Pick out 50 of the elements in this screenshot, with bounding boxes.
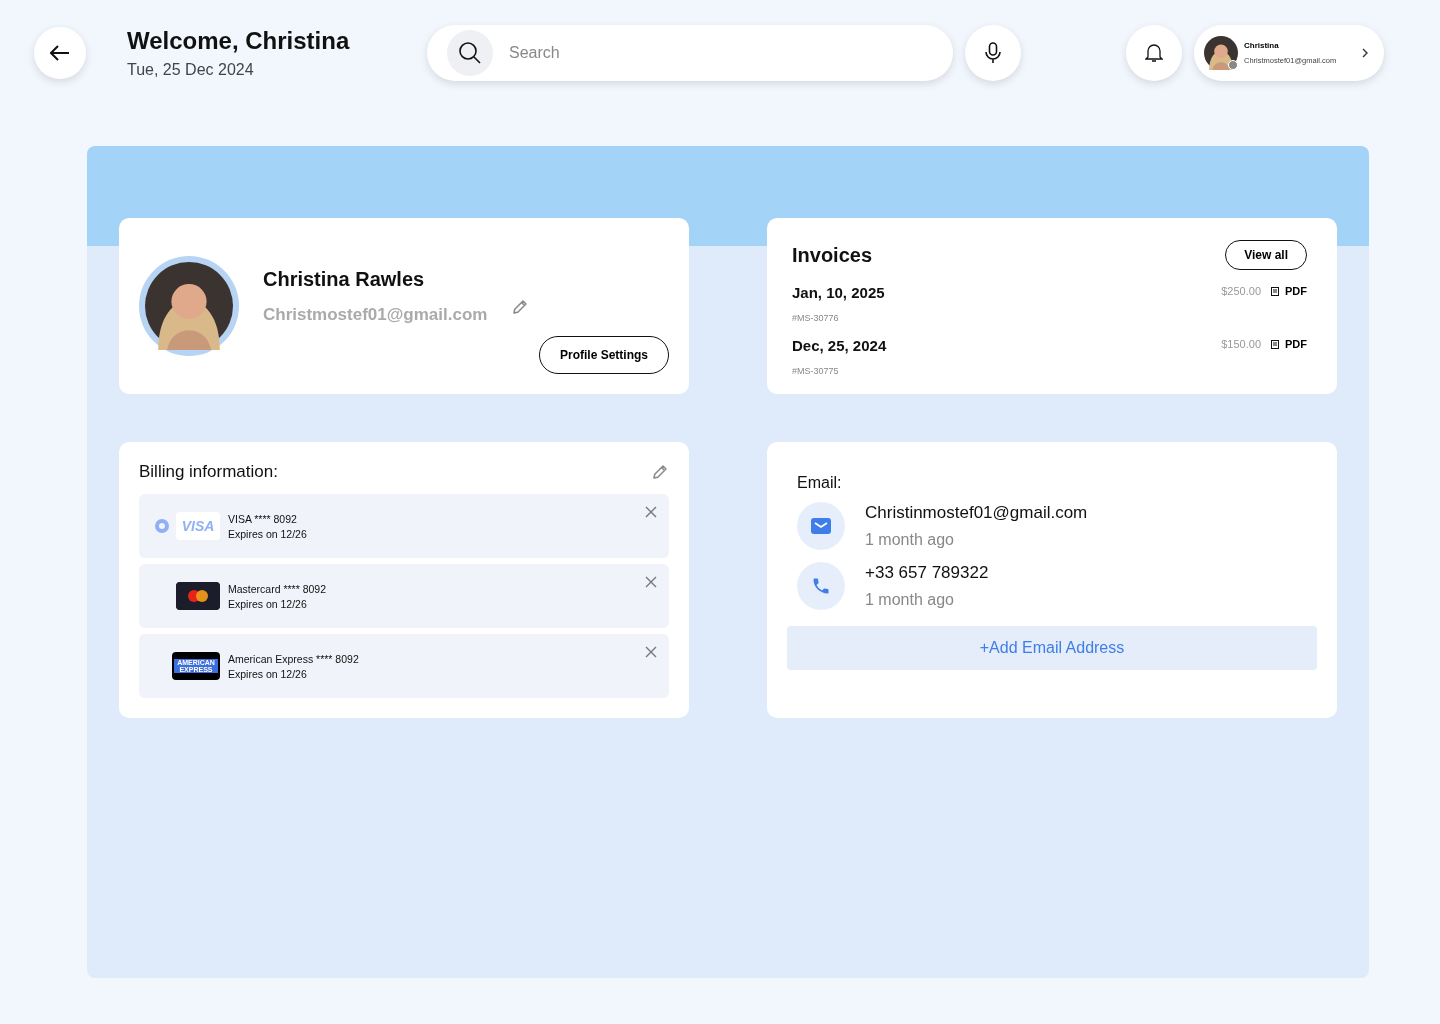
invoice-amount: $250.00: [1221, 285, 1261, 297]
invoice-date: Dec, 25, 2024: [792, 337, 887, 354]
back-button[interactable]: [34, 27, 86, 79]
profile-email: Christmostef01@gmail.com: [263, 304, 488, 325]
profile-name: Christina Rawles: [263, 267, 426, 291]
envelope-icon: [811, 518, 831, 534]
invoice-number: #MS-30776: [792, 313, 840, 323]
invoice-date: Jan, 10, 2025: [792, 284, 885, 301]
card-expiry: Expires on 12/26: [228, 527, 307, 540]
billing-title: Billing information:: [139, 462, 278, 482]
notification-button[interactable]: [1126, 25, 1182, 81]
radio-button[interactable]: [155, 519, 169, 533]
profile-settings-button[interactable]: Profile Settings: [539, 336, 669, 374]
card-expiry: Expires on 12/26: [228, 597, 308, 610]
edit-icon[interactable]: [651, 463, 669, 481]
contact-value: Christinmostef01@gmail.com: [865, 503, 1088, 523]
invoices-title: Invoices: [792, 243, 873, 267]
email-title: Email:: [797, 474, 843, 492]
document-icon: [1271, 286, 1279, 296]
microphone-icon: [985, 42, 1001, 64]
invoice-amount: $150.00: [1221, 338, 1261, 350]
pdf-link[interactable]: PDF: [1271, 338, 1307, 350]
card-logo: VISA: [176, 512, 220, 540]
card-label: Mastercard **** 8092: [228, 582, 327, 595]
back-arrow-icon: [50, 45, 70, 61]
search-field[interactable]: Search: [427, 25, 953, 81]
edit-icon[interactable]: [511, 298, 530, 316]
document-icon: [1271, 339, 1279, 349]
pdf-link[interactable]: PDF: [1271, 285, 1307, 297]
bell-icon: [1145, 43, 1163, 63]
welcome-title: Welcome, Christina: [127, 27, 351, 55]
card-logo: [176, 582, 220, 610]
view-all-button[interactable]: View all: [1225, 240, 1307, 270]
card-expiry: Expires on 12/26: [228, 667, 308, 680]
avatar-icon: [1204, 36, 1238, 70]
payment-card-row[interactable]: Mastercard **** 8092 Expires on 12/26: [139, 564, 669, 628]
contact-time: 1 month ago: [865, 591, 955, 609]
phone-icon: [811, 576, 831, 596]
invoice-number: #MS-30775: [792, 366, 840, 376]
card-label: American Express **** 8092: [228, 652, 359, 665]
card-label: VISA **** 8092: [228, 512, 298, 525]
contact-time: 1 month ago: [865, 531, 955, 549]
payment-card-row[interactable]: VISA VISA **** 8092 Expires on 12/26: [139, 494, 669, 558]
status-dot: [1228, 60, 1238, 70]
profile-avatar-icon: [145, 262, 233, 350]
contact-value: +33 657 789322: [865, 563, 989, 583]
chevron-icon: [1362, 48, 1368, 58]
microphone-button[interactable]: [965, 25, 1021, 81]
date-text: Tue, 25 Dec 2024: [127, 61, 255, 79]
search-icon: [458, 41, 482, 65]
